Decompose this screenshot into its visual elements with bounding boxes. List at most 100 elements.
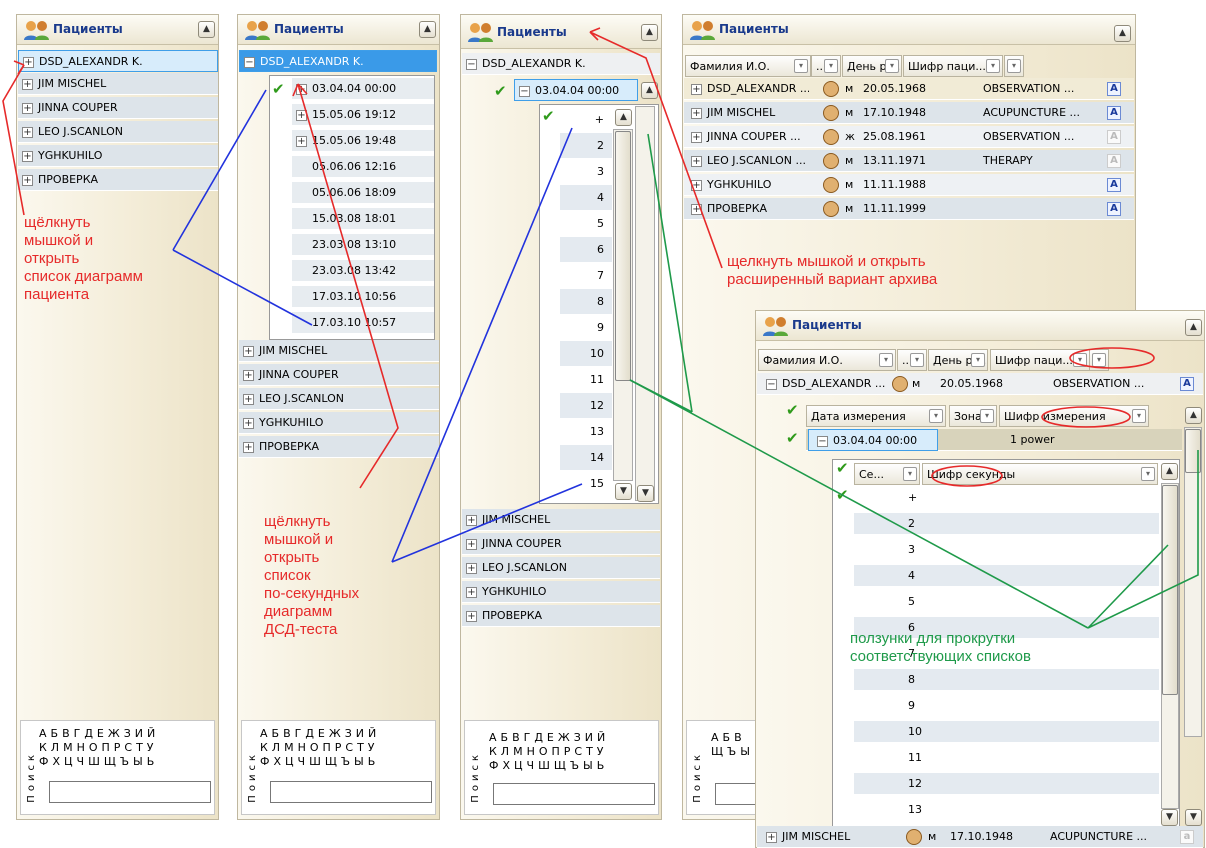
diagram-row[interactable]: +03.04.04 00:00 [292, 78, 434, 100]
expand-icon[interactable]: + [22, 126, 33, 138]
diagram-row[interactable]: 15.03.08 18:01 [292, 208, 434, 230]
diagram-row[interactable]: 23.03.08 13:10 [292, 234, 434, 256]
dropdown-icon[interactable]: ▾ [794, 59, 808, 73]
alphabet-filter[interactable]: Поиск АБВГДЕЖЗИЙ КЛМНОПРСТУ ФХЦЧШЩЪЫЬ [241, 720, 436, 815]
second-row[interactable]: 11 [560, 367, 612, 393]
patient-row[interactable]: + LEO J.SCANLON [462, 557, 660, 579]
sub-column-header[interactable]: Дата измерения ▾ [806, 405, 946, 427]
alphabet-line[interactable]: КЛМНОПРСТУ [489, 745, 608, 758]
second-row[interactable]: 5 [854, 591, 1159, 613]
dropdown-icon[interactable]: ▾ [980, 409, 994, 423]
patient-row[interactable]: + YGHKUHILO [462, 581, 660, 603]
text-icon[interactable]: A [1107, 202, 1121, 216]
measurement-date[interactable]: −03.04.04 00:00 [808, 429, 938, 451]
text-icon[interactable]: A [1107, 154, 1121, 168]
second-row[interactable]: 10 [854, 721, 1159, 743]
dropdown-icon[interactable]: ▾ [1073, 353, 1087, 367]
expand-icon[interactable]: + [22, 102, 33, 114]
second-row[interactable]: 8 [560, 289, 612, 315]
expand-icon[interactable]: + [243, 345, 254, 357]
patient-name-cell[interactable]: + JIM MISCHEL [758, 826, 888, 848]
scroll-down-button[interactable]: ▼ [615, 483, 632, 500]
column-header[interactable]: Шифр паци... ▾ [990, 349, 1090, 371]
expand-icon[interactable]: + [691, 83, 702, 95]
sub-column-header[interactable]: Зона ▾ [949, 405, 997, 427]
patient-row[interactable]: − DSD_ALEXANDR K. [239, 50, 437, 72]
scroll-down-button[interactable]: ▼ [637, 485, 654, 502]
scroll-up-button[interactable]: ▲ [615, 109, 632, 126]
scrollbar-thumb[interactable] [1162, 485, 1178, 695]
patient-name-cell[interactable]: + DSD_ALEXANDR ... [683, 78, 809, 100]
column-header[interactable]: День ро... ▾ [842, 55, 902, 77]
second-row[interactable]: 5 [560, 211, 612, 237]
expand-icon[interactable]: + [691, 155, 702, 167]
search-input[interactable] [270, 781, 432, 803]
expand-icon[interactable]: + [23, 56, 34, 68]
patient-row[interactable]: + LEO J.SCANLON [239, 388, 439, 410]
alphabet-line[interactable]: КЛМНОПРСТУ [39, 741, 158, 754]
expand-icon[interactable]: + [691, 203, 702, 215]
expand-icon[interactable]: + [22, 78, 33, 90]
alphabet-line[interactable]: ФХЦЧШЩЪЫЬ [39, 755, 158, 768]
dropdown-icon[interactable]: ▾ [903, 467, 917, 481]
text-icon[interactable]: A [1107, 82, 1121, 96]
column-header[interactable]: Шифр паци... ▾ [903, 55, 1003, 77]
second-row[interactable]: 9 [560, 315, 612, 341]
alphabet-line[interactable]: АБВГДЕЖЗИЙ [39, 727, 159, 740]
scroll-down-button[interactable]: ▼ [1161, 809, 1178, 826]
alphabet-filter[interactable]: Поиск АБВГДЕЖЗИЙ КЛМНОПРСТУ ФХЦЧШЩЪЫЬ [464, 720, 659, 815]
second-row[interactable]: 8 [854, 669, 1159, 691]
patient-row[interactable]: + JINNA COUPER [239, 364, 439, 386]
alphabet-line[interactable]: АБВГДЕЖЗИЙ [260, 727, 380, 740]
column-header[interactable]: Фамилия И.О. ▾ [758, 349, 896, 371]
diagram-row[interactable]: 23.03.08 13:42 [292, 260, 434, 282]
diagram-row[interactable]: 17.03.10 10:57 [292, 312, 434, 334]
expand-icon[interactable]: + [243, 369, 254, 381]
column-header[interactable]: .▾ [1089, 349, 1109, 371]
text-icon[interactable]: A [1107, 130, 1121, 144]
second-row[interactable]: 4 [560, 185, 612, 211]
expand-icon[interactable]: + [691, 179, 702, 191]
second-row[interactable]: 12 [560, 393, 612, 419]
collapse-icon[interactable]: − [766, 378, 777, 390]
alphabet-line[interactable]: ЩЪЫ [711, 745, 754, 758]
second-row[interactable]: 7 [560, 263, 612, 289]
patient-name-cell[interactable]: + LEO J.SCANLON ... [683, 150, 809, 172]
scroll-down-button[interactable]: ▼ [1185, 809, 1202, 826]
patient-row[interactable]: + JIM MISCHEL [239, 340, 439, 362]
column-header[interactable]: Фамилия И.О. ▾ [685, 55, 811, 77]
patient-name-cell[interactable]: + ПРОВЕРКА [683, 198, 809, 220]
dropdown-icon[interactable]: ▾ [879, 353, 893, 367]
dropdown-icon[interactable]: ▾ [910, 353, 924, 367]
collapse-up-button[interactable]: ▲ [198, 21, 215, 38]
expand-icon[interactable]: + [466, 610, 477, 622]
expand-icon[interactable]: + [691, 131, 702, 143]
collapse-up-button[interactable]: ▲ [1185, 319, 1202, 336]
collapse-up-button[interactable]: ▲ [641, 24, 658, 41]
patient-name-cell[interactable]: − DSD_ALEXANDR ... [758, 373, 888, 395]
patient-row[interactable]: + ПРОВЕРКА [462, 605, 660, 627]
expand-icon[interactable]: + [466, 514, 477, 526]
dropdown-icon[interactable]: ▾ [1141, 467, 1155, 481]
second-row[interactable]: 3 [854, 539, 1159, 561]
expand-icon[interactable]: + [22, 174, 33, 186]
diagram-row[interactable]: 05.06.06 18:09 [292, 182, 434, 204]
sub-column-header[interactable]: Шифр измерения ▾ [999, 405, 1149, 427]
diagram-row[interactable]: −03.04.04 00:00 [514, 79, 638, 101]
column-header[interactable]: .▾ [1004, 55, 1024, 77]
scrollbar-thumb[interactable] [1185, 429, 1201, 473]
patient-row[interactable]: + ПРОВЕРКА [239, 436, 439, 458]
second-row[interactable]: 13 [854, 799, 1159, 821]
second-row[interactable]: 6 [560, 237, 612, 263]
patient-row[interactable]: + JIM MISCHEL [18, 73, 218, 95]
expand-icon[interactable]: + [243, 393, 254, 405]
dropdown-icon[interactable]: ▾ [971, 353, 985, 367]
dropdown-icon[interactable]: ▾ [1007, 59, 1021, 73]
column-header[interactable]: День ро... ▾ [928, 349, 988, 371]
diagram-row[interactable]: +15.05.06 19:12 [292, 104, 434, 126]
vertical-scrollbar[interactable] [635, 106, 655, 501]
dropdown-icon[interactable]: ▾ [824, 59, 838, 73]
text-icon[interactable]: A [1180, 377, 1194, 391]
alphabet-line[interactable]: АБВ [711, 731, 746, 744]
text-icon[interactable]: A [1107, 106, 1121, 120]
